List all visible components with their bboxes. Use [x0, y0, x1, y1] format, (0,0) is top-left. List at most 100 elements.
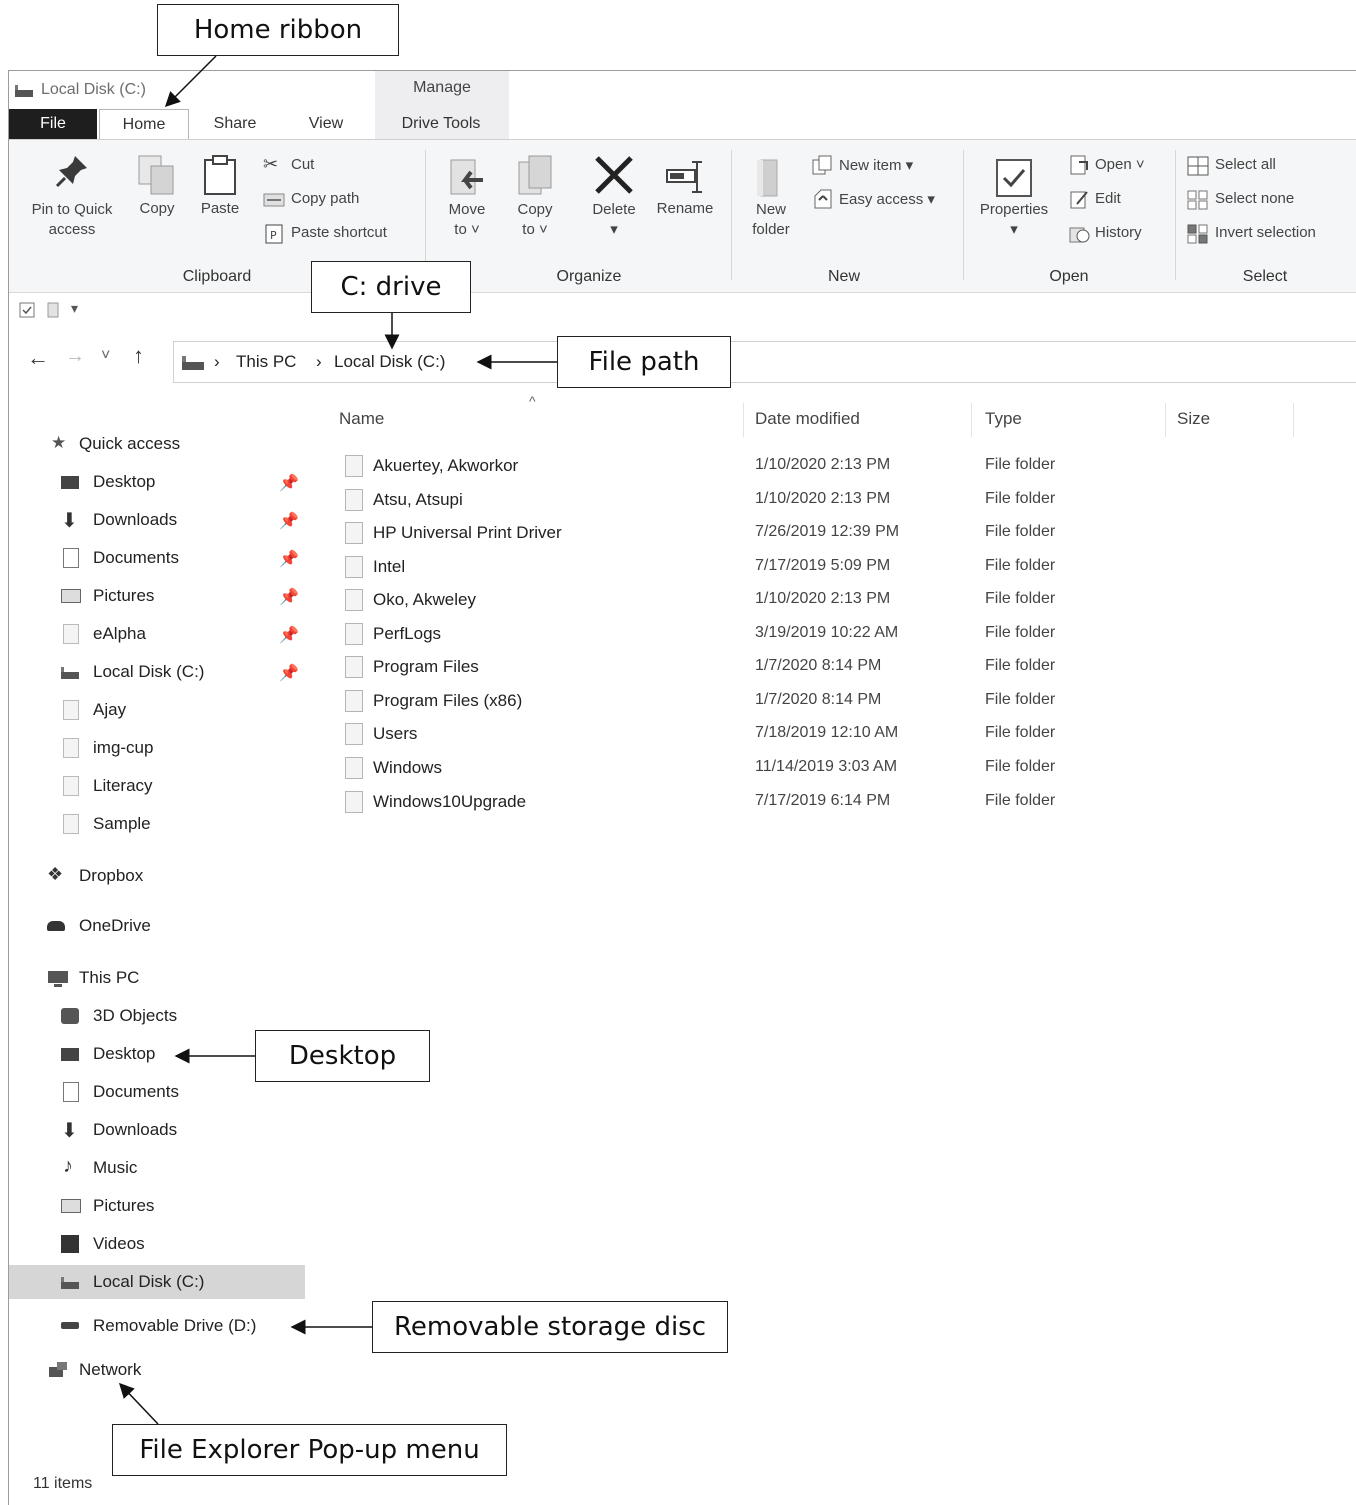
tab-home[interactable]: Home [99, 109, 189, 140]
tab-drive-tools[interactable]: Drive Tools [377, 109, 505, 139]
up-arrow-icon[interactable]: ↑ [133, 343, 144, 369]
column-divider[interactable] [971, 403, 972, 437]
breadcrumb-this-pc[interactable]: This PC [236, 352, 296, 372]
paste-label: Paste [200, 200, 240, 217]
table-row[interactable]: Windows 11/14/2019 3:03 AM File folder [329, 751, 1329, 784]
invert-selection-button[interactable]: Invert selection [1185, 222, 1353, 248]
paste-shortcut-button[interactable]: P Paste shortcut [263, 222, 423, 248]
delete-button[interactable]: Delete ▾ [583, 154, 645, 254]
back-arrow-icon[interactable]: ← [27, 345, 49, 371]
table-row[interactable]: Atsu, Atsupi 1/10/2020 2:13 PM File fold… [329, 483, 1329, 516]
sidebar-label: Downloads [93, 1120, 178, 1139]
music-note-icon: ♪ [63, 1155, 73, 1177]
sidebar-item-network[interactable]: Network [9, 1353, 305, 1387]
column-header-date[interactable]: Date modified [755, 409, 860, 429]
open-button[interactable]: Open ˅ [1067, 154, 1177, 180]
copy-path-button[interactable]: Copy path [263, 188, 413, 214]
sidebar-item-music[interactable]: ♪ Music [9, 1151, 305, 1185]
file-date: 11/14/2019 3:03 AM [755, 758, 898, 775]
sidebar-item-onedrive[interactable]: OneDrive [9, 909, 305, 943]
table-row[interactable]: Program Files 1/7/2020 8:14 PM File fold… [329, 650, 1329, 683]
sidebar-item-pictures-pinned[interactable]: Pictures 📌 [9, 579, 305, 613]
pin-to-quick-access-button[interactable]: Pin to Quick access [17, 154, 127, 254]
easy-access-button[interactable]: Easy access ▾ [809, 188, 959, 214]
clipboard-group-label: Clipboard [182, 268, 252, 285]
tab-view[interactable]: View [283, 109, 369, 139]
file-type: File folder [985, 624, 1056, 641]
sidebar-item-sample[interactable]: Sample [9, 807, 305, 841]
sidebar-item-pictures[interactable]: Pictures [9, 1189, 305, 1223]
column-divider[interactable] [1293, 403, 1294, 437]
select-none-button[interactable]: Select none [1185, 188, 1335, 214]
sidebar-item-documents-pinned[interactable]: Documents 📌 [9, 541, 305, 575]
new-folder-button[interactable]: New folder [743, 154, 799, 254]
invert-selection-label: Invert selection [1215, 224, 1316, 241]
computer-icon [47, 970, 68, 987]
table-row[interactable]: Oko, Akweley 1/10/2020 2:13 PM File fold… [329, 583, 1329, 616]
properties-qat-icon[interactable] [19, 302, 35, 318]
copy-path-label: Copy path [291, 190, 360, 207]
breadcrumb-local-disk[interactable]: Local Disk (C:) [334, 352, 445, 372]
status-bar-item-count: 11 items [33, 1475, 93, 1492]
qat-dropdown-icon[interactable]: ▾ [71, 300, 78, 317]
table-row[interactable]: Akuertey, Akworkor 1/10/2020 2:13 PM Fil… [329, 449, 1329, 482]
sidebar-label: Ajay [93, 700, 127, 719]
new-folder-qat-icon[interactable] [45, 302, 61, 318]
easy-access-icon [814, 189, 832, 209]
sidebar-item-local-disk[interactable]: Local Disk (C:) [9, 1265, 305, 1299]
address-bar[interactable]: › This PC › Local Disk (C:) [173, 341, 1356, 383]
recent-locations-chevron-icon[interactable]: ˅ [101, 347, 110, 365]
sidebar-item-ealpha[interactable]: eAlpha 📌 [9, 617, 305, 651]
callout-pop-up-menu: File Explorer Pop-up menu [112, 1424, 507, 1476]
sidebar-item-local-disk-pinned[interactable]: Local Disk (C:) 📌 [9, 655, 305, 689]
sidebar-item-this-pc[interactable]: This PC [9, 961, 305, 995]
edit-button[interactable]: Edit [1067, 188, 1157, 214]
rename-button[interactable]: Rename [649, 154, 721, 254]
table-row[interactable]: Users 7/18/2019 12:10 AM File folder [329, 717, 1329, 750]
table-row[interactable]: Program Files (x86) 1/7/2020 8:14 PM Fil… [329, 684, 1329, 717]
tab-file[interactable]: File [9, 109, 97, 139]
table-row[interactable]: Windows10Upgrade 7/17/2019 6:14 PM File … [329, 785, 1329, 818]
tab-share[interactable]: Share [195, 109, 275, 139]
cut-button[interactable]: ✂ Cut [263, 154, 383, 180]
window-title: Local Disk (C:) [41, 81, 146, 98]
sidebar-item-literacy[interactable]: Literacy [9, 769, 305, 803]
copy-icon [138, 155, 174, 195]
ribbon-divider [1175, 150, 1176, 280]
table-row[interactable]: Intel 7/17/2019 5:09 PM File folder [329, 550, 1329, 583]
column-header-size[interactable]: Size [1177, 409, 1210, 429]
sidebar-item-img-cup[interactable]: img-cup [9, 731, 305, 765]
file-type: File folder [985, 557, 1056, 574]
column-divider[interactable] [743, 403, 744, 437]
manage-label: Manage [413, 79, 471, 96]
select-group-label: Select [1242, 268, 1288, 285]
sidebar-item-videos[interactable]: Videos [9, 1227, 305, 1261]
new-item-button[interactable]: New item ▾ [809, 154, 949, 180]
sidebar-item-downloads[interactable]: ⬇ Downloads [9, 1113, 305, 1147]
folder-icon [63, 624, 79, 644]
sidebar-item-downloads-pinned[interactable]: ⬇ Downloads 📌 [9, 503, 305, 537]
properties-button[interactable]: Properties ▾ [971, 154, 1057, 254]
sidebar-label: Pictures [93, 586, 155, 605]
sidebar-item-removable-drive[interactable]: Removable Drive (D:) [9, 1309, 305, 1343]
column-divider[interactable] [1165, 403, 1166, 437]
forward-arrow-icon[interactable]: → [65, 345, 85, 368]
column-header-type[interactable]: Type [985, 409, 1022, 429]
new-folder-label-2: folder [752, 221, 790, 238]
sidebar-item-ajay[interactable]: Ajay [9, 693, 305, 727]
file-date: 7/18/2019 12:10 AM [755, 724, 899, 741]
copy-to-button[interactable]: Copy to ˅ [509, 154, 561, 254]
paste-button[interactable]: Paste [195, 154, 245, 254]
history-button[interactable]: History [1067, 222, 1167, 248]
sidebar-item-3d-objects[interactable]: 3D Objects [9, 999, 305, 1033]
new-item-icon [812, 155, 832, 175]
sidebar-item-quick-access[interactable]: ★ Quick access [9, 427, 305, 461]
select-all-button[interactable]: Select all [1185, 154, 1325, 180]
move-to-button[interactable]: Move to ˅ [441, 154, 493, 254]
sidebar-item-desktop-pinned[interactable]: Desktop 📌 [9, 465, 305, 499]
copy-button[interactable]: Copy [133, 154, 181, 254]
table-row[interactable]: PerfLogs 3/19/2019 10:22 AM File folder [329, 617, 1329, 650]
sidebar-item-dropbox[interactable]: ❖ Dropbox [9, 859, 305, 893]
column-header-name[interactable]: Name [339, 409, 384, 429]
table-row[interactable]: HP Universal Print Driver 7/26/2019 12:3… [329, 516, 1329, 549]
